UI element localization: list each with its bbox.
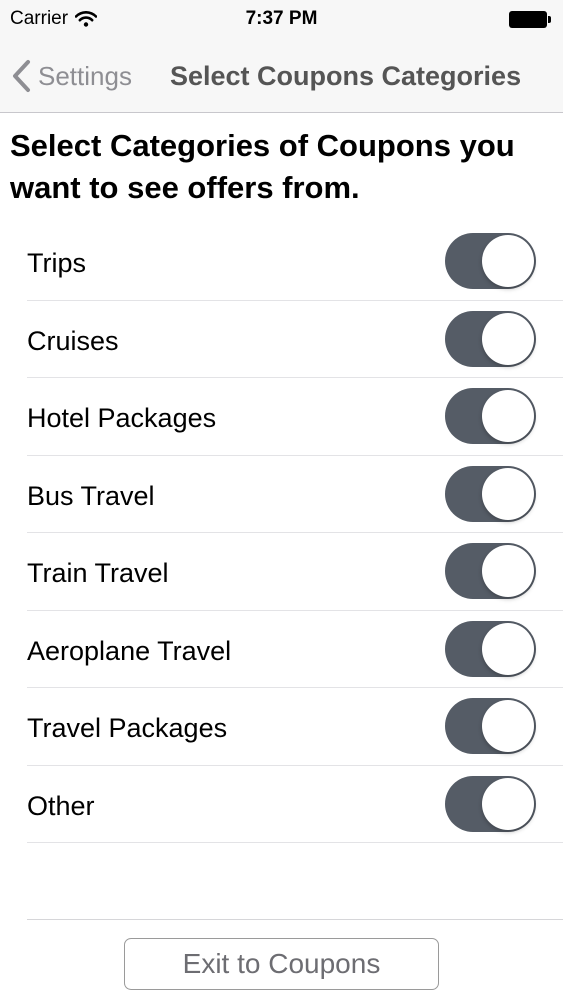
toggle-knob [482, 700, 534, 752]
toggle-knob [482, 545, 534, 597]
category-label: Hotel Packages [27, 403, 217, 433]
category-label: Aeroplane Travel [27, 635, 232, 666]
status-time: 7:37 PM [245, 8, 318, 29]
page-title: Select Coupons Categories [170, 61, 522, 91]
category-row: Other [27, 766, 563, 843]
category-row: Hotel Packages [27, 378, 563, 456]
category-label: Travel Packages [27, 713, 228, 743]
navigation-bar: Settings Select Coupons Categories [0, 40, 563, 113]
toggle-knob [482, 312, 534, 365]
category-label: Trips [27, 248, 86, 278]
category-label: Train Travel [27, 558, 169, 588]
category-row: Train Travel [27, 533, 563, 611]
category-toggle[interactable] [445, 465, 536, 522]
category-toggle[interactable] [445, 233, 536, 289]
category-label: Cruises [27, 325, 119, 356]
category-toggle[interactable] [445, 388, 536, 444]
exit-to-coupons-button[interactable]: Exit to Coupons [124, 938, 439, 990]
footer-divider [27, 919, 563, 920]
category-row: Bus Travel [27, 456, 563, 533]
category-row: Travel Packages [27, 688, 563, 766]
battery-icon [509, 11, 551, 28]
category-toggle[interactable] [445, 543, 536, 599]
toggle-knob [482, 390, 534, 442]
back-label: Settings [38, 60, 132, 91]
back-button[interactable]: Settings [12, 56, 132, 96]
category-toggle[interactable] [445, 775, 536, 832]
toggle-knob [482, 235, 534, 287]
category-row: Aeroplane Travel [27, 611, 563, 688]
category-label: Bus Travel [27, 480, 155, 511]
category-label: Other [27, 790, 95, 821]
toggle-knob [482, 622, 534, 675]
category-row: Trips [27, 223, 563, 301]
toggle-knob [482, 777, 534, 830]
status-bar: Carrier 7:37 PM [0, 0, 563, 40]
category-toggle[interactable] [445, 310, 536, 367]
category-toggle[interactable] [445, 698, 536, 754]
category-row: Cruises [27, 301, 563, 378]
category-toggle[interactable] [445, 620, 536, 677]
category-list: Trips Cruises Hotel Packages Bus Travel … [0, 223, 563, 843]
chevron-left-icon [13, 60, 30, 92]
instructions-heading: Select Categories of Coupons you want to… [10, 128, 515, 205]
toggle-knob [482, 467, 534, 520]
